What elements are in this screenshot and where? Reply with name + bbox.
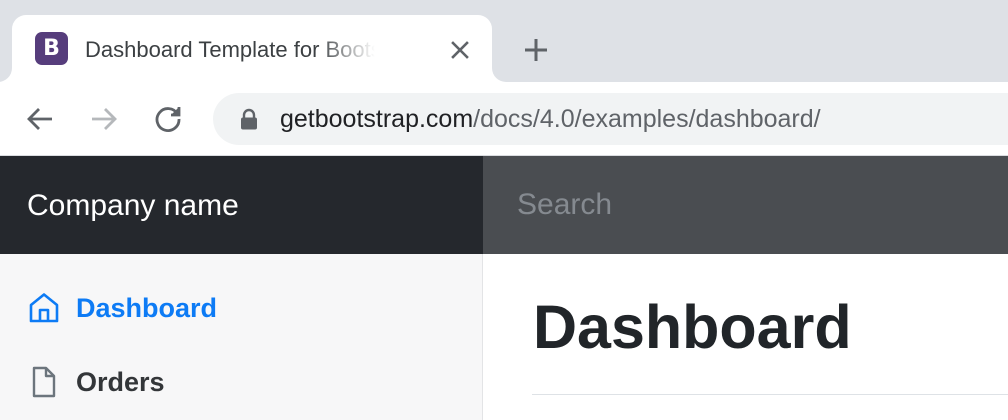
sidebar-item-orders[interactable]: Orders bbox=[27, 362, 447, 402]
arrow-left-icon[interactable] bbox=[23, 102, 57, 136]
tab-dashboard-template[interactable]: B Dashboard Template for Bootstrap bbox=[12, 15, 492, 82]
main-content: Dashboard bbox=[483, 254, 1008, 420]
browser-window: B Dashboard Template for Bootstrap get bbox=[0, 0, 1008, 420]
sidebar-item-label: Dashboard bbox=[76, 293, 218, 323]
arrow-right-icon[interactable] bbox=[87, 102, 121, 136]
address-bar[interactable]: getbootstrap.com/docs/4.0/examples/dashb… bbox=[213, 93, 1008, 145]
navbar-brand-area: Company name bbox=[0, 156, 483, 254]
sidebar: Dashboard Orders bbox=[0, 254, 483, 420]
navbar-search-area bbox=[483, 156, 1008, 254]
lock-icon[interactable] bbox=[237, 107, 261, 131]
search-input[interactable] bbox=[483, 156, 1008, 254]
web-page: Company name Dashboard Orders D bbox=[0, 156, 1008, 420]
close-icon[interactable] bbox=[447, 37, 473, 63]
sidebar-item-dashboard[interactable]: Dashboard bbox=[27, 288, 447, 328]
file-icon bbox=[32, 366, 56, 398]
plus-icon[interactable] bbox=[520, 34, 552, 66]
url-text: getbootstrap.com/docs/4.0/examples/dashb… bbox=[280, 103, 821, 135]
url-host: getbootstrap.com bbox=[280, 105, 474, 133]
url-path: /docs/4.0/examples/dashboard/ bbox=[473, 105, 821, 133]
bootstrap-favicon: B bbox=[35, 32, 68, 65]
brand-link[interactable]: Company name bbox=[27, 188, 239, 224]
home-icon bbox=[29, 293, 59, 323]
reload-icon[interactable] bbox=[151, 102, 185, 136]
tab-title: Dashboard Template for Bootstrap bbox=[85, 37, 375, 62]
browser-toolbar: getbootstrap.com/docs/4.0/examples/dashb… bbox=[0, 82, 1008, 156]
tab-strip: B Dashboard Template for Bootstrap bbox=[0, 0, 1008, 82]
title-divider bbox=[532, 394, 1008, 395]
sidebar-item-label: Orders bbox=[76, 367, 165, 397]
page-title: Dashboard bbox=[533, 293, 852, 361]
